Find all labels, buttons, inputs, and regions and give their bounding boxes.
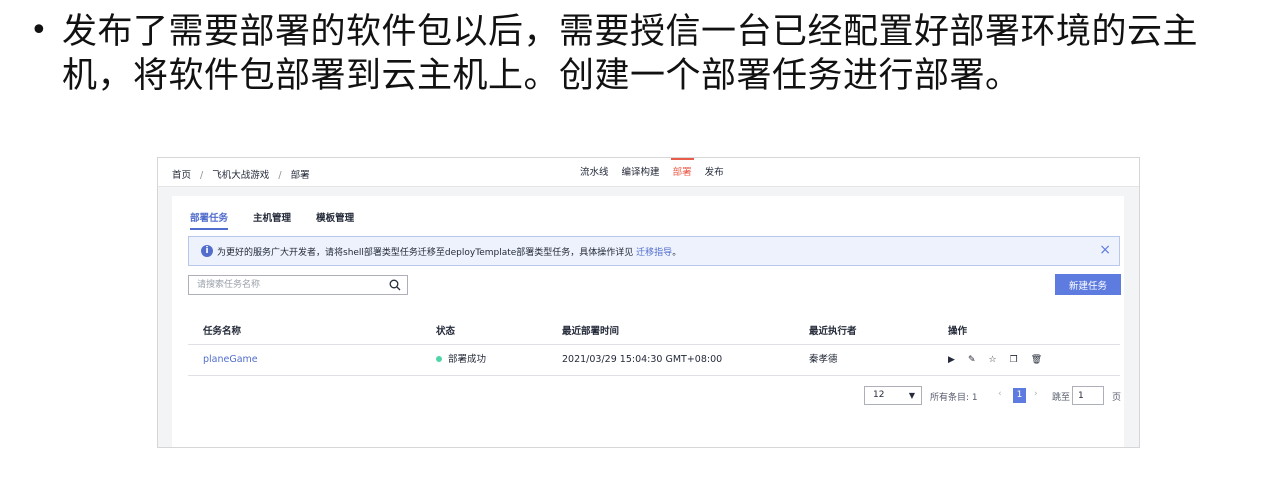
deploy-time: 2021/03/29 15:04:30 GMT+08:00 — [562, 354, 723, 365]
status-cell: 部署成功 — [436, 345, 486, 375]
header-status: 状态 — [436, 326, 456, 337]
breadcrumb-current: 部署 — [290, 170, 310, 181]
tab-host-management[interactable]: 主机管理 — [253, 210, 291, 230]
table-header: 任务名称 状态 最近部署时间 最近执行者 操作 — [188, 320, 1120, 345]
copy-icon[interactable]: ❐ — [1010, 345, 1018, 375]
notice-message: 为更好的服务广大开发者，请将shell部署类型任务迁移至deployTempla… — [217, 245, 681, 258]
breadcrumb-home[interactable]: 首页 — [172, 170, 191, 181]
star-icon[interactable]: ☆ — [989, 345, 997, 375]
search-icon[interactable] — [389, 279, 401, 291]
nav-release[interactable]: 发布 — [705, 158, 724, 187]
chevron-left-icon[interactable]: ‹ — [998, 389, 1002, 399]
notice-tail: 。 — [672, 248, 682, 258]
search-box — [188, 275, 408, 295]
table-row: planeGame 部署成功 2021/03/29 15:04:30 GMT+0… — [188, 345, 1120, 376]
bullet-dot: • — [30, 13, 48, 48]
page-size-value: 12 — [873, 390, 885, 400]
breadcrumb-separator: / — [278, 170, 282, 181]
delete-icon[interactable]: 🗑 — [1031, 345, 1042, 375]
breadcrumb-separator: / — [200, 170, 204, 181]
status-dot — [436, 355, 442, 362]
breadcrumb: 首页 / 飞机大战游戏 / 部署 — [172, 167, 316, 181]
chevron-right-icon[interactable]: › — [1034, 389, 1038, 399]
notice-banner: i 为更好的服务广大开发者，请将shell部署类型任务迁移至deployTemp… — [188, 236, 1120, 266]
tab-template-management[interactable]: 模板管理 — [316, 210, 354, 230]
close-icon[interactable]: × — [1099, 242, 1111, 258]
nav-pipeline[interactable]: 流水线 — [580, 158, 609, 187]
slide-text: 发布了需要部署的软件包以后，需要授信一台已经配置好部署环境的云主机，将软件包部署… — [62, 12, 1199, 96]
top-bar: 首页 / 飞机大战游戏 / 部署 流水线 编译构建 部署 发布 — [158, 158, 1139, 187]
task-name-link[interactable]: planeGame — [203, 345, 258, 375]
jump-label: 跳至 — [1052, 393, 1071, 403]
header-task-name: 任务名称 — [203, 326, 242, 337]
nav-build[interactable]: 编译构建 — [622, 158, 660, 187]
status-text: 部署成功 — [448, 354, 487, 365]
header-executor: 最近执行者 — [809, 326, 857, 337]
top-nav: 流水线 编译构建 部署 发布 — [580, 158, 734, 186]
executor: 秦孝德 — [809, 354, 838, 365]
header-deploy-time: 最近部署时间 — [562, 326, 620, 337]
play-icon[interactable]: ▶ — [948, 345, 955, 375]
migration-guide-link[interactable]: 迁移指导 — [636, 248, 672, 258]
jump-page-input[interactable] — [1072, 386, 1104, 405]
app-screenshot: 首页 / 飞机大战游戏 / 部署 流水线 编译构建 部署 发布 部署任务 主机管… — [157, 157, 1140, 448]
page-suffix: 页 — [1112, 393, 1122, 403]
row-actions: ▶ ✎ ☆ ❐ 🗑 — [948, 345, 1052, 375]
page-number-current[interactable]: 1 — [1013, 388, 1026, 403]
notice-text: 为更好的服务广大开发者，请将shell部署类型任务迁移至deployTempla… — [217, 248, 634, 258]
breadcrumb-project[interactable]: 飞机大战游戏 — [212, 170, 269, 181]
search-input[interactable] — [189, 276, 387, 294]
total-count: 所有条目: 1 — [930, 393, 978, 403]
content-panel: 部署任务 主机管理 模板管理 i 为更好的服务广大开发者，请将shell部署类型… — [172, 196, 1124, 447]
caret-down-icon: ▼ — [908, 391, 915, 400]
page-size-select[interactable]: 12 ▼ — [864, 386, 922, 405]
header-actions: 操作 — [948, 326, 968, 337]
tab-bar: 部署任务 主机管理 模板管理 — [190, 210, 376, 230]
edit-icon[interactable]: ✎ — [968, 345, 976, 375]
nav-deploy[interactable]: 部署 — [670, 158, 694, 187]
info-icon: i — [201, 245, 213, 257]
new-task-button[interactable]: 新建任务 — [1055, 274, 1121, 295]
tab-deploy-tasks[interactable]: 部署任务 — [190, 210, 229, 230]
task-table: 任务名称 状态 最近部署时间 最近执行者 操作 planeGame 部署成功 2… — [188, 320, 1120, 376]
